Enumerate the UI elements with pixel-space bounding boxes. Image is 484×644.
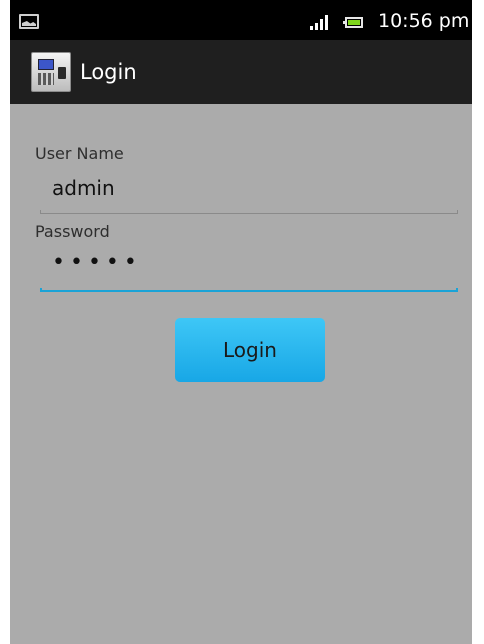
- password-label: Password: [35, 222, 110, 241]
- username-label: User Name: [35, 144, 124, 163]
- status-bar: 10:56 pm: [10, 0, 472, 40]
- battery-icon: [343, 17, 363, 28]
- image-icon: [19, 14, 39, 29]
- username-field[interactable]: admin: [40, 170, 458, 214]
- password-underline: [40, 288, 458, 292]
- password-field[interactable]: •••••: [40, 248, 458, 292]
- status-time: 10:56 pm: [378, 10, 470, 32]
- action-bar: Login: [10, 40, 472, 104]
- fingerprint-terminal-icon[interactable]: [31, 52, 71, 92]
- login-button[interactable]: Login: [175, 318, 325, 382]
- page-title: Login: [80, 60, 137, 84]
- signal-bars-icon: [310, 15, 328, 30]
- username-underline: [40, 210, 458, 214]
- device-screen: 10:56 pm Login User Name admin Password …: [10, 0, 472, 644]
- username-value: admin: [52, 176, 115, 200]
- password-value: •••••: [52, 250, 142, 275]
